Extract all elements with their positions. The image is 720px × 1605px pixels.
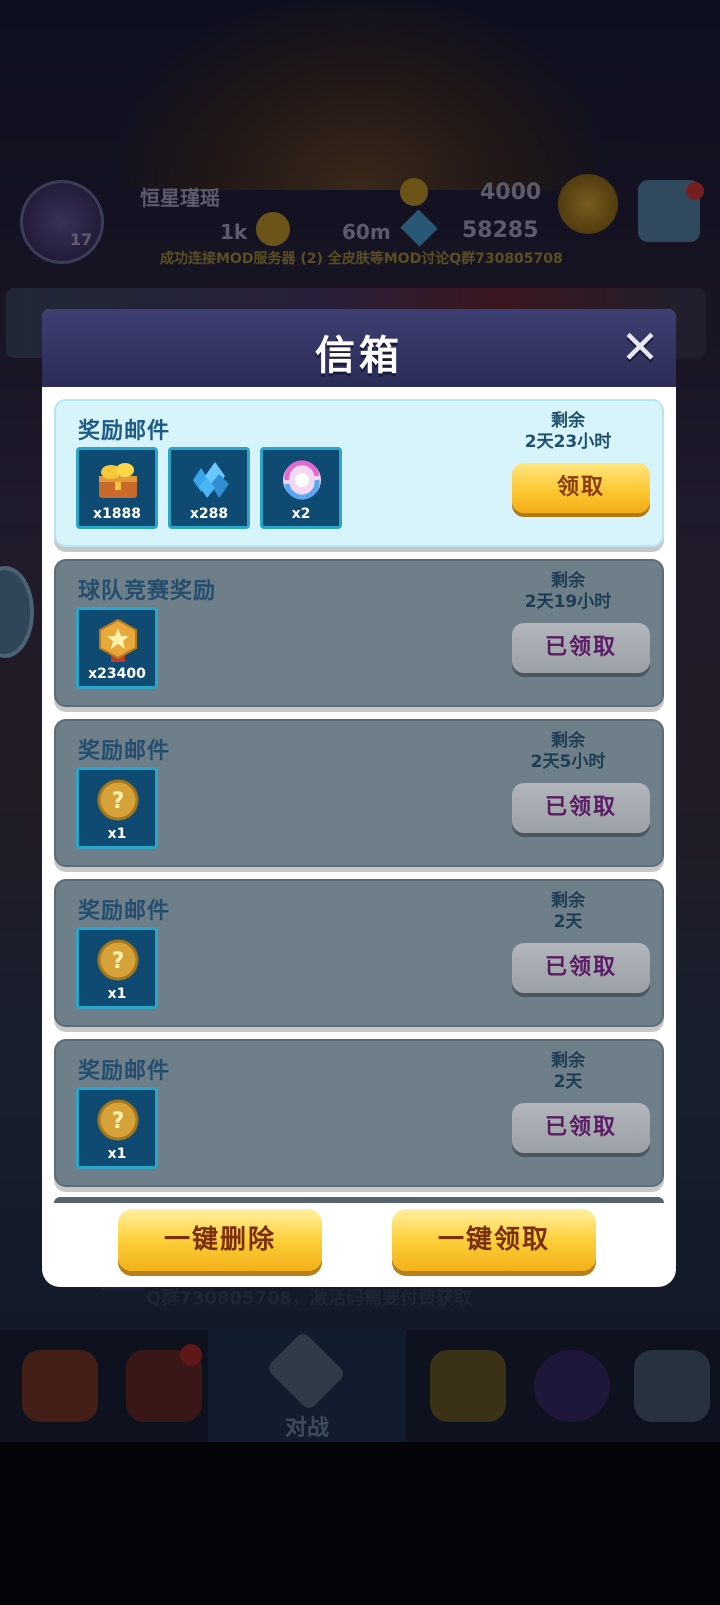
remaining-time: 2天 — [553, 1072, 583, 1092]
reward-item[interactable]: x23400 — [76, 607, 158, 689]
mail-item[interactable]: 奖励邮件 剩余 2天 ? x1 已领取 — [54, 879, 664, 1027]
mail-remaining: 剩余 2天 — [508, 1051, 628, 1093]
claim-button[interactable]: 领取 — [512, 463, 650, 513]
star-medal-icon — [93, 618, 143, 662]
mail-item[interactable]: 奖励邮件 剩余 2天23小时 x1888 x288 x2 领取 — [54, 399, 664, 547]
mail-title: 奖励邮件 — [78, 899, 171, 924]
claimed-button[interactable]: 已领取 — [512, 1103, 650, 1153]
mystery-coin-icon: ? — [93, 938, 143, 982]
mail-title: 奖励邮件 — [78, 739, 171, 764]
remaining-label: 剩余 — [551, 891, 585, 911]
svg-text:?: ? — [112, 949, 125, 974]
remaining-time: 2天23小时 — [524, 432, 612, 452]
svg-text:?: ? — [112, 789, 125, 814]
reward-item[interactable]: x1888 — [76, 447, 158, 529]
modal-title: 信箱 — [315, 333, 403, 379]
modal-header: 信箱 ✕ — [42, 309, 676, 387]
remaining-label: 剩余 — [551, 411, 585, 431]
mail-remaining: 剩余 2天 — [508, 891, 628, 933]
delete-all-button[interactable]: 一键删除 — [118, 1209, 322, 1271]
remaining-time: 2天19小时 — [524, 592, 612, 612]
mail-list[interactable]: 奖励邮件 剩余 2天23小时 x1888 x288 x2 领取 球队竞赛奖励 剩… — [54, 399, 664, 1199]
remaining-label: 剩余 — [551, 1051, 585, 1071]
claimed-button[interactable]: 已领取 — [512, 783, 650, 833]
reward-item[interactable]: ? x1 — [76, 1087, 158, 1169]
claimed-button[interactable]: 已领取 — [512, 943, 650, 993]
next-mail-peek — [54, 1197, 664, 1203]
close-icon[interactable]: ✕ — [614, 321, 666, 373]
treasure-chest-icon — [93, 458, 143, 502]
reward-item[interactable]: ? x1 — [76, 927, 158, 1009]
claim-all-button[interactable]: 一键领取 — [392, 1209, 596, 1271]
mail-title: 奖励邮件 — [78, 419, 171, 444]
mail-item[interactable]: 球队竞赛奖励 剩余 2天19小时 x23400 已领取 — [54, 559, 664, 707]
mail-title: 球队竞赛奖励 — [78, 579, 217, 604]
item-quantity: x1 — [107, 986, 127, 1002]
mail-remaining: 剩余 2天19小时 — [508, 571, 628, 613]
mail-item[interactable]: 奖励邮件 剩余 2天5小时 ? x1 已领取 — [54, 719, 664, 867]
mail-remaining: 剩余 2天5小时 — [508, 731, 628, 773]
item-quantity: x1 — [107, 826, 127, 842]
swirl-orb-icon — [277, 458, 327, 502]
mail-item[interactable]: 奖励邮件 剩余 2天 ? x1 已领取 — [54, 1039, 664, 1187]
remaining-label: 剩余 — [551, 571, 585, 591]
mystery-coin-icon: ? — [93, 1098, 143, 1142]
item-quantity: x1888 — [93, 506, 141, 522]
item-quantity: x2 — [291, 506, 311, 522]
remaining-time: 2天5小时 — [530, 752, 606, 772]
mystery-coin-icon: ? — [93, 778, 143, 822]
mail-remaining: 剩余 2天23小时 — [508, 411, 628, 453]
reward-item[interactable]: ? x1 — [76, 767, 158, 849]
claimed-button[interactable]: 已领取 — [512, 623, 650, 673]
item-quantity: x288 — [189, 506, 229, 522]
item-quantity: x1 — [107, 1146, 127, 1162]
blue-gems-icon — [185, 458, 235, 502]
remaining-time: 2天 — [553, 912, 583, 932]
reward-item[interactable]: x288 — [168, 447, 250, 529]
mailbox-modal: 信箱 ✕ 奖励邮件 剩余 2天23小时 x1888 x288 x2 领取 球队竞… — [42, 309, 676, 1287]
item-quantity: x23400 — [88, 666, 146, 682]
reward-item[interactable]: x2 — [260, 447, 342, 529]
mail-title: 奖励邮件 — [78, 1059, 171, 1084]
svg-text:?: ? — [112, 1109, 125, 1134]
remaining-label: 剩余 — [551, 731, 585, 751]
